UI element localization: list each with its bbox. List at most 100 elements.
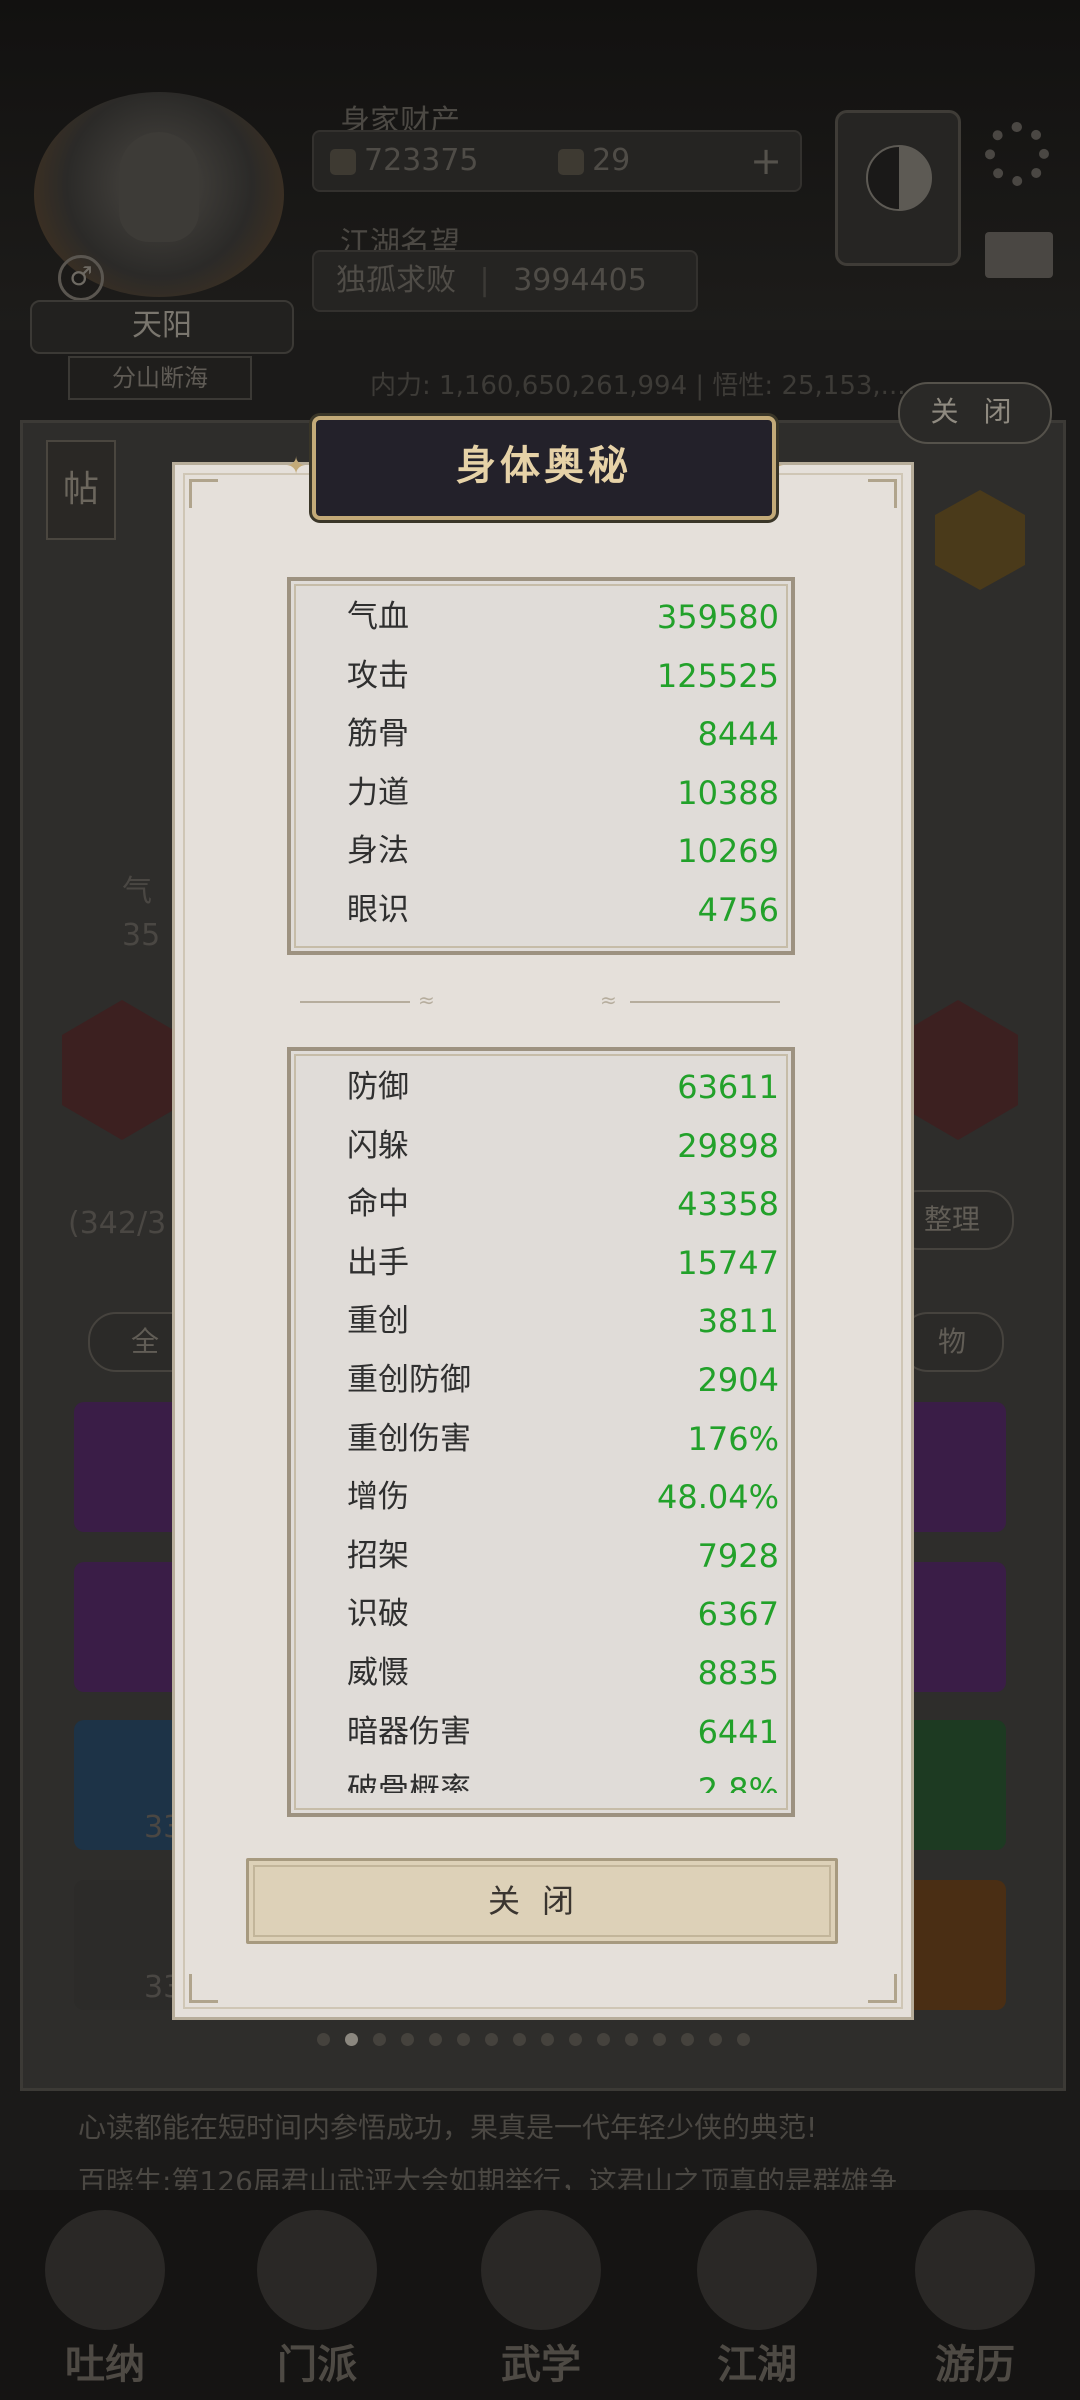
stat-label: 重创防御 <box>347 1362 471 1398</box>
male-icon: ♂ <box>58 255 104 301</box>
stat-label: 识破 <box>347 1596 409 1633</box>
stat-label: 眼识 <box>347 892 409 928</box>
stat-value: 63611 <box>677 1068 779 1106</box>
dialog-title-bar: 身体奥秘 <box>312 416 776 520</box>
stat-row: 闪躲 29898 <box>347 1117 779 1175</box>
stat-label: 招架 <box>347 1537 409 1574</box>
stat-value: 10388 <box>677 773 779 812</box>
stat-value: 2904 <box>697 1361 779 1399</box>
page-dot <box>625 2033 638 2046</box>
page-dot <box>373 2033 386 2046</box>
page-dot <box>653 2033 666 2046</box>
fame-value: 3994405 <box>513 263 647 298</box>
stat-value: 125525 <box>656 656 779 695</box>
taiji-icon <box>866 145 932 211</box>
sect-emblem[interactable] <box>835 110 961 266</box>
nav-sect[interactable]: 门派 <box>242 2200 392 2390</box>
nav-martial[interactable]: 武学 <box>466 2200 616 2390</box>
stat-row: 识破 6367 <box>347 1585 779 1643</box>
stat-value: 6441 <box>697 1712 779 1751</box>
power-line: 内力: 1,160,650,261,994 | 悟性: 25,153,... <box>370 371 906 401</box>
stat-value: 48.04% <box>656 1478 779 1517</box>
page-dot <box>597 2033 610 2046</box>
hp-value-partial: 35 <box>122 918 161 953</box>
gear-icon[interactable] <box>985 122 1049 186</box>
page-dot <box>457 2033 470 2046</box>
stat-value: 4756 <box>697 891 779 929</box>
stat-row: 暗器伤害 6441 <box>347 1703 779 1761</box>
stat-row: 眼识 4756 <box>347 881 779 939</box>
mail-icon[interactable] <box>985 232 1053 278</box>
stat-value: 7928 <box>697 1536 779 1575</box>
stat-label: 重创 <box>347 1303 409 1340</box>
stat-label: 威慑 <box>347 1655 409 1691</box>
page-dot <box>737 2033 750 2046</box>
page-dot <box>681 2033 694 2046</box>
dialog-title: 身体奥秘 <box>456 443 632 489</box>
stat-row: 重创防御 2904 <box>347 1351 779 1409</box>
stat-row: 重创伤害 176% <box>347 1410 779 1468</box>
tab-items[interactable]: 物 <box>900 1312 1004 1372</box>
stat-value: 8444 <box>697 715 779 754</box>
nav-jianghu[interactable]: 江湖 <box>682 2200 832 2390</box>
stat-value: 15747 <box>677 1243 779 1282</box>
stat-row: 重创 3811 <box>347 1292 779 1350</box>
stat-label: 重创伤害 <box>347 1420 471 1457</box>
stat-row: 威慑 8835 <box>347 1644 779 1702</box>
page-dot <box>317 2033 330 2046</box>
silver-amount: 723375 <box>364 143 479 178</box>
stat-label: 命中 <box>347 1186 409 1223</box>
silver-icon <box>330 148 356 175</box>
news-line: 心读都能在短时间内参悟成功，果真是一代年轻少侠的典范! <box>78 2111 818 2144</box>
item-slot[interactable] <box>74 1402 184 1532</box>
stat-row: 命中 43358 <box>347 1175 779 1233</box>
stat-row: 破骨概率 2.8% <box>347 1761 779 1793</box>
stat-row: 气血 359580 <box>347 588 779 646</box>
fame-box: 独孤求败 | 3994405 <box>312 250 698 312</box>
background-close-button[interactable]: 关 闭 <box>898 382 1052 444</box>
nav-tuna[interactable]: 吐纳 <box>30 2200 180 2390</box>
stat-label: 破骨概率 <box>347 1772 471 1793</box>
corner-ornament <box>189 1974 218 2003</box>
corner-ornament <box>189 479 218 508</box>
stat-value: 10269 <box>677 832 779 871</box>
stat-row: 出手 15747 <box>347 1234 779 1292</box>
stat-row: 攻击 125525 <box>347 647 779 705</box>
combat-stats-panel[interactable]: 防御 63611 闪躲 29898 命中 43358 出手 15747 重创 3811 重创防御 29… <box>287 1047 795 1817</box>
hp-label-partial: 气 <box>122 874 152 909</box>
stat-label: 气血 <box>347 599 409 635</box>
nav-travel[interactable]: 游历 <box>900 2200 1050 2390</box>
stat-label: 闪躲 <box>347 1127 409 1164</box>
close-button[interactable]: 关闭 <box>246 1858 838 1944</box>
stat-label: 出手 <box>347 1244 409 1281</box>
stat-label: 力道 <box>347 774 409 811</box>
page-dot <box>345 2033 358 2046</box>
item-slot[interactable] <box>74 1562 184 1692</box>
stat-label: 增伤 <box>347 1479 409 1516</box>
page-dot <box>541 2033 554 2046</box>
page-dot <box>401 2033 414 2046</box>
section-divider: ≈ ≈ <box>300 988 780 1012</box>
page-dot <box>709 2033 722 2046</box>
stat-value: 29898 <box>677 1126 779 1165</box>
player-title: 分山断海 <box>68 356 252 400</box>
stat-label: 筋骨 <box>347 716 409 753</box>
stat-row: 身法 10269 <box>347 822 779 880</box>
page-dot <box>569 2033 582 2046</box>
invitation-button[interactable]: 帖 <box>46 440 116 540</box>
stat-value: 2.8% <box>697 1771 779 1793</box>
stat-value: 6367 <box>697 1595 779 1634</box>
stat-label: 防御 <box>347 1069 409 1105</box>
page-dot <box>485 2033 498 2046</box>
corner-ornament <box>868 1974 897 2003</box>
stat-label: 暗器伤害 <box>347 1713 471 1750</box>
player-name: 天阳 <box>30 300 294 354</box>
stat-value: 8835 <box>697 1654 779 1692</box>
stat-label: 攻击 <box>347 657 409 694</box>
stat-value: 43358 <box>677 1185 779 1224</box>
stat-row: 力道 10388 <box>347 764 779 822</box>
page-dot <box>429 2033 442 2046</box>
add-currency-icon[interactable]: + <box>750 132 782 190</box>
bag-progress: (342/3 <box>68 1206 167 1241</box>
stat-value: 359580 <box>656 598 779 636</box>
